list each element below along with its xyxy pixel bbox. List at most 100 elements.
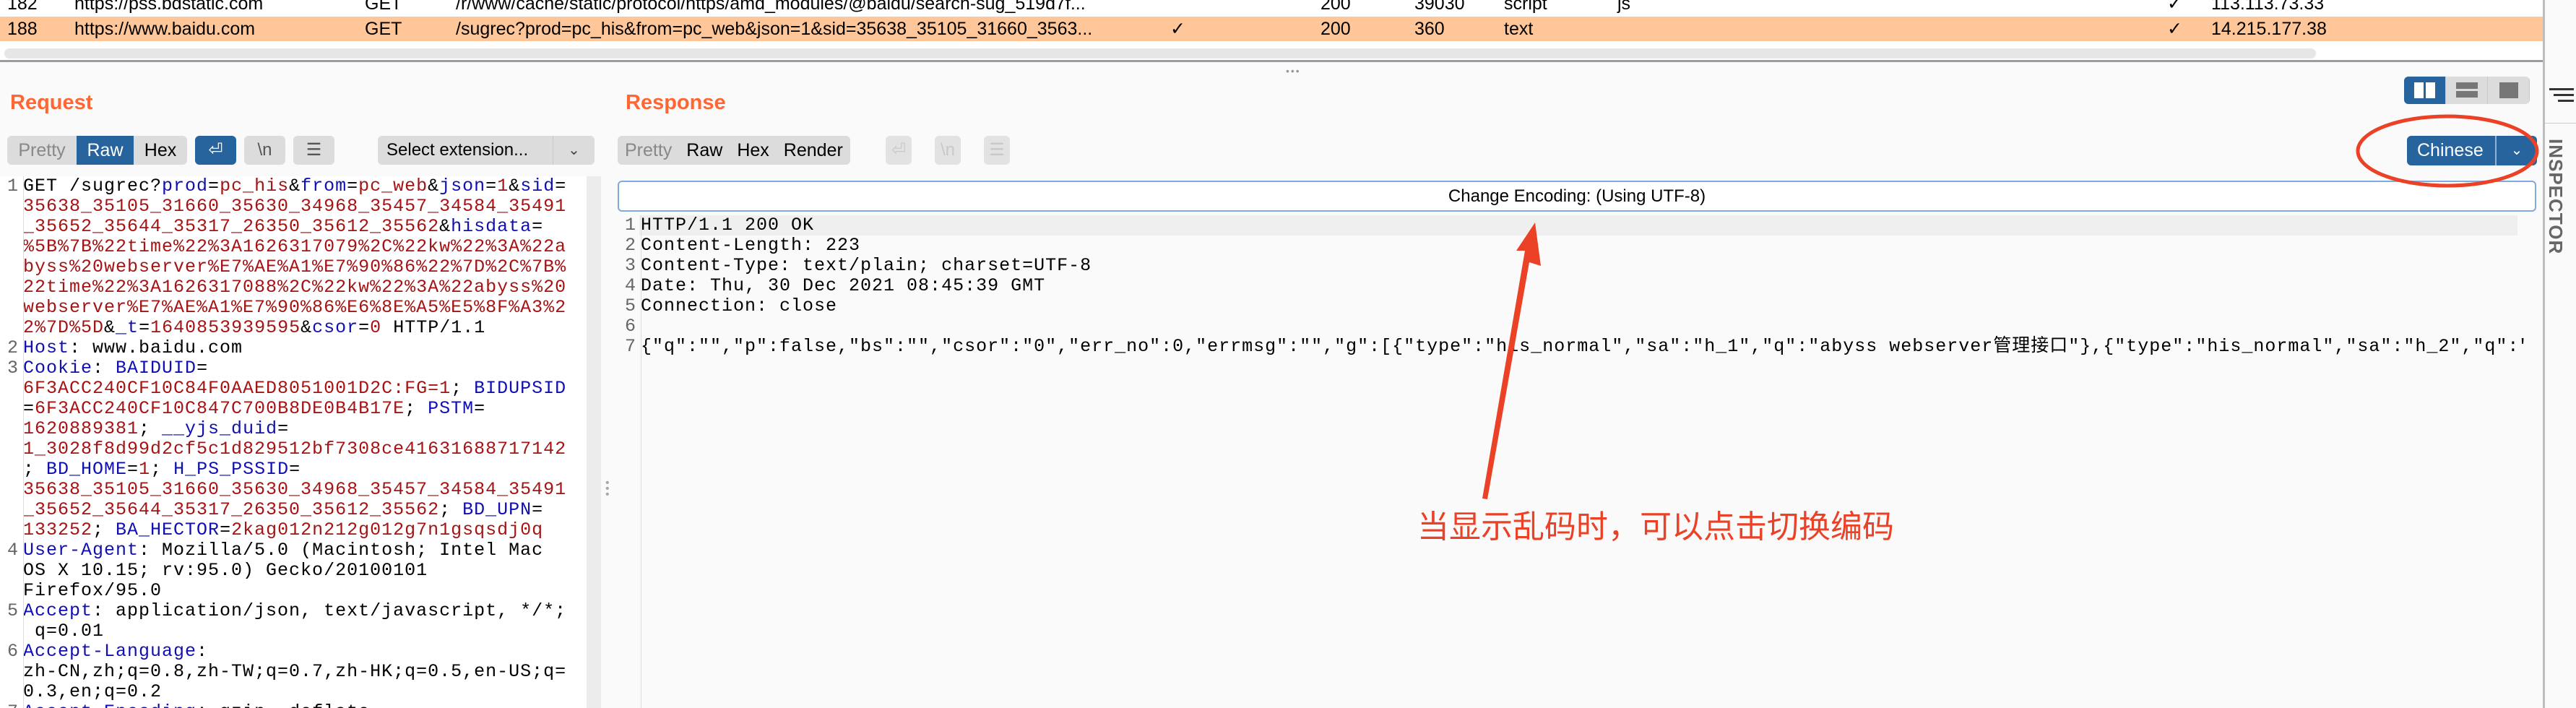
cell-host: https://pss.bdstatic.com <box>74 0 264 14</box>
table-row[interactable]: 182 https://pss.bdstatic.com GET/r/www/cac… <box>0 0 2576 16</box>
cell-host: https://www.baidu.com <box>74 19 256 39</box>
code-text: = <box>208 176 220 197</box>
param-value: 1_3028f8d99d2cf5c1d829512bf7308ce4163168… <box>23 439 567 459</box>
code-line: q=0.01 <box>0 621 587 642</box>
tab-hex[interactable]: Hex <box>730 136 776 165</box>
line-number: 4 <box>7 540 19 561</box>
menu-icon[interactable]: ☰ <box>984 136 1010 165</box>
code-text: Connection: close <box>641 295 838 316</box>
tab-render[interactable]: Render <box>777 136 850 165</box>
code-line: 22time%22%3A1626317088%2C%22kw%22%3A%22a… <box>0 277 587 298</box>
header-key: __yjs_duid <box>162 418 278 439</box>
code-line: 35638_35105_31660_35630_34968_35457_3458… <box>0 197 587 217</box>
tab-pretty[interactable]: Pretty <box>7 136 77 165</box>
wrap-lines-icon[interactable]: ⏎ <box>195 136 236 165</box>
line-number: 3 <box>7 358 19 379</box>
code-text: HTTP/1.1 <box>381 317 486 338</box>
code-text: zh-CN,zh;q=0.8,zh-TW;q=0.7,zh-HK;q=0.5,e… <box>23 661 567 682</box>
header-key: H_PS_PSSID <box>173 459 290 480</box>
code-text: = <box>220 519 232 540</box>
inspector-label: INSPECTOR <box>2545 139 2567 255</box>
code-text: = <box>196 358 209 379</box>
panel-divider-handle[interactable]: • • • <box>605 478 610 501</box>
request-editor[interactable]: 1 GET /sugrec?prod=pc_his&from=pc_web&jso… <box>0 176 587 708</box>
cell-length: 360 <box>1414 19 1445 39</box>
wrap-lines-icon[interactable]: ⏎ <box>886 136 912 165</box>
code-line: 35638_35105_31660_35630_34968_35457_3458… <box>0 480 587 500</box>
filter-icon[interactable] <box>2549 87 2574 104</box>
code-text: : application/json, text/javascript, */*… <box>92 600 567 621</box>
chevron-down-icon[interactable]: ⌄ <box>2495 136 2537 165</box>
code-text: q=0.01 <box>23 621 105 642</box>
code-line: 0.3,en;q=0.2 <box>0 682 587 702</box>
code-text: Content-Length: 223 <box>641 235 861 256</box>
code-line: 7 {"q":"","p":false,"bs":"","csor":"0","e… <box>618 337 2525 357</box>
code-text: ; <box>150 459 174 480</box>
code-text: = <box>532 499 544 520</box>
newline-icon[interactable]: \n <box>244 136 285 165</box>
layout-toggle <box>2404 77 2530 104</box>
param-value: pc_his <box>220 176 290 197</box>
newline-icon[interactable]: \n <box>935 136 961 165</box>
header-key: Host <box>23 337 70 358</box>
annotation-text: 当显示乱码时，可以点击切换编码 <box>1417 509 1894 545</box>
menu-icon[interactable]: ☰ <box>293 136 334 165</box>
layout-side-by-side-icon[interactable] <box>2404 77 2446 104</box>
code-line: OS X 10.15; rv:95.0) Gecko/20100101 <box>0 561 587 581</box>
select-extension-dropdown[interactable]: Select extension... ⌄ <box>378 136 595 165</box>
code-text: = <box>485 176 498 197</box>
cell-status: 200 <box>1321 19 1351 39</box>
encoding-button[interactable]: Chinese ⌄ <box>2407 136 2537 165</box>
layout-single-icon[interactable] <box>2488 77 2530 104</box>
code-text: = <box>555 176 567 197</box>
code-line: 1 GET /sugrec?prod=pc_his&from=pc_web&jso… <box>0 176 587 197</box>
header-key: Cookie <box>23 358 93 379</box>
cell-num: 188 <box>7 19 38 39</box>
code-text: 0.3,en;q=0.2 <box>23 681 163 702</box>
layout-stacked-icon[interactable] <box>2446 77 2488 104</box>
line-number: 6 <box>7 641 19 662</box>
code-text: : <box>196 641 209 662</box>
table-row[interactable]: 188 https://www.baidu.com GET/sugrec?prod=… <box>0 17 2576 41</box>
param-value: webserver%E7%AE%A1%E7%90%86%E6%8E%A5%E5%… <box>23 297 567 318</box>
code-text: : www.baidu.com <box>69 337 243 358</box>
code-line: Firefox/95.0 <box>0 581 587 601</box>
param-value: 1620889381 <box>23 418 139 439</box>
change-encoding-bar[interactable]: Change Encoding: (Using UTF-8) <box>618 181 2536 212</box>
code-line: zh-CN,zh;q=0.8,zh-TW;q=0.7,zh-HK;q=0.5,e… <box>0 662 587 682</box>
select-extension-label: Select extension... <box>386 140 529 160</box>
cell-url: /r/www/cache/static/protocol/https/amd_m… <box>456 0 1086 14</box>
code-line: 1_3028f8d99d2cf5c1d829512bf7308ce4163168… <box>0 439 587 459</box>
code-text: = <box>23 398 35 419</box>
request-scrollbar[interactable] <box>587 176 601 708</box>
response-editor[interactable]: 1 HTTP/1.1 200 OK 2 Content-Length: 223 3 Con… <box>618 215 2525 708</box>
code-text: = <box>347 176 359 197</box>
code-line: _35652_35644_35317_26350_35612_35562&his… <box>0 217 587 237</box>
inspector-sidebar[interactable]: INSPECTOR <box>2543 0 2576 708</box>
param-value: 35638_35105_31660_35630_34968_35457_3458… <box>23 479 567 500</box>
line-number: 6 <box>624 316 636 337</box>
tab-raw[interactable]: Raw <box>679 136 730 165</box>
header-key: prod <box>162 176 209 197</box>
param-value: byss%20webserver%E7%AE%A1%E7%90%86%22%7D… <box>23 256 567 277</box>
param-value: 2%7D%5D <box>23 317 105 338</box>
header-key: PSTM <box>428 398 475 419</box>
code-text: ; <box>139 418 163 439</box>
splitter-handle[interactable]: ••• <box>1286 65 1301 77</box>
header-key: csor <box>312 317 359 338</box>
header-key: from <box>301 176 347 197</box>
cell-mime: text <box>1504 19 1534 39</box>
code-text: & <box>439 216 451 237</box>
code-text: = <box>127 459 139 480</box>
code-line: 1 HTTP/1.1 200 OK <box>618 215 2525 236</box>
code-text: & <box>104 317 116 338</box>
cell-tls: ✓ <box>2167 19 2182 39</box>
tab-raw[interactable]: Raw <box>77 136 134 165</box>
param-value: 0 <box>370 317 382 338</box>
code-text: & <box>301 317 313 338</box>
horizontal-scrollbar[interactable] <box>4 48 2316 59</box>
tab-pretty[interactable]: Pretty <box>618 136 679 165</box>
tab-hex[interactable]: Hex <box>134 136 187 165</box>
code-text: & <box>509 176 521 197</box>
line-number: 1 <box>7 176 19 197</box>
